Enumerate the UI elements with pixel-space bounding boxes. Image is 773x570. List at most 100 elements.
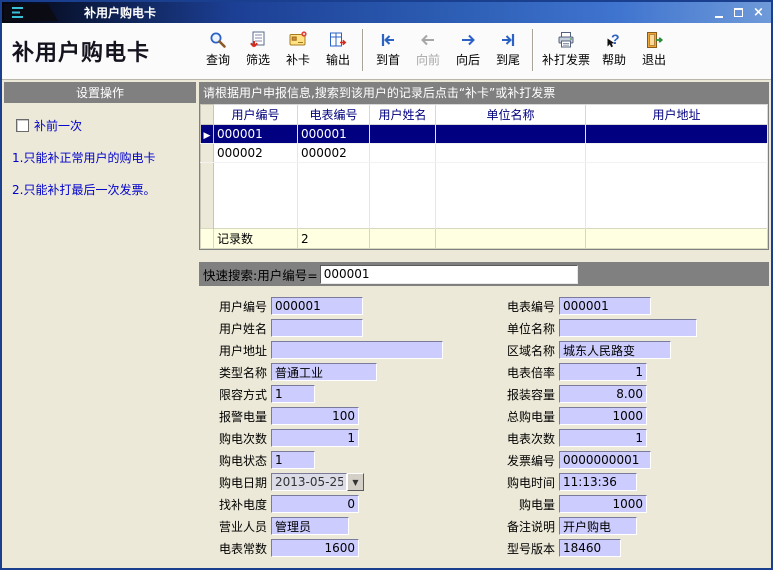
field-label: 电表编号 xyxy=(493,298,555,315)
query-button[interactable]: 查询 xyxy=(198,28,238,69)
field-label: 备注说明 xyxy=(493,518,555,535)
total-energy-input[interactable] xyxy=(559,407,647,425)
invoice-no-input[interactable] xyxy=(559,451,651,469)
quick-search-bar: 快速搜索:用户编号= xyxy=(199,262,769,286)
user-name-input[interactable] xyxy=(271,319,363,337)
last-icon xyxy=(498,29,518,50)
purchase-time-input[interactable] xyxy=(559,473,637,491)
model-version-input[interactable] xyxy=(559,539,621,557)
prev-icon xyxy=(418,29,438,50)
limit-mode-input[interactable] xyxy=(271,385,315,403)
field-label: 购电时间 xyxy=(493,474,555,491)
chevron-down-icon[interactable]: ▼ xyxy=(347,473,364,491)
close-button[interactable]: × xyxy=(750,5,767,20)
prev-button-label: 向前 xyxy=(416,51,440,68)
help-button[interactable]: ? 帮助 xyxy=(594,28,634,69)
meter-ratio-input[interactable] xyxy=(559,363,647,381)
help-icon: ? xyxy=(604,29,624,50)
table-row[interactable]: ▶ 000001 000001 xyxy=(201,125,768,144)
reissue-card-button[interactable]: 补卡 xyxy=(278,28,318,69)
alarm-energy-input[interactable] xyxy=(271,407,359,425)
field-label: 报装容量 xyxy=(493,386,555,403)
sidebar-note-1: 1.只能补正常用户的购电卡 xyxy=(12,150,190,166)
instruction-bar: 请根据用户申报信息,搜索到该用户的记录后点击“补卡”或补打发票 xyxy=(199,82,769,103)
meter-constant-input[interactable] xyxy=(271,539,359,557)
pre-once-checkbox[interactable]: 补前一次 xyxy=(16,117,196,134)
purchase-energy-input[interactable] xyxy=(559,495,647,513)
quick-search-label: 快速搜索:用户编号= xyxy=(203,265,318,284)
next-button-label: 向后 xyxy=(456,51,480,68)
maximize-icon xyxy=(734,8,743,17)
window-controls: × xyxy=(710,5,767,20)
field-label: 购电状态 xyxy=(205,452,267,469)
close-icon: × xyxy=(753,5,764,20)
app-logo-icon xyxy=(4,4,58,21)
next-button[interactable]: 向后 xyxy=(448,28,488,69)
col-user-name[interactable]: 用户姓名 xyxy=(370,105,436,125)
field-label: 电表倍率 xyxy=(493,364,555,381)
region-name-input[interactable] xyxy=(559,341,671,359)
col-user-address[interactable]: 用户地址 xyxy=(586,105,768,125)
table-row[interactable]: 000002 000002 xyxy=(201,144,768,163)
field-label: 限容方式 xyxy=(205,386,267,403)
operator-input[interactable] xyxy=(271,517,349,535)
col-org-name[interactable]: 单位名称 xyxy=(436,105,586,125)
export-button-label: 输出 xyxy=(326,51,350,68)
meter-id-input[interactable] xyxy=(559,297,651,315)
exit-icon xyxy=(644,29,664,50)
minimize-button[interactable] xyxy=(710,5,727,20)
record-count-label: 记录数 xyxy=(214,229,298,249)
field-label: 单位名称 xyxy=(493,320,555,337)
col-meter-id[interactable]: 电表编号 xyxy=(298,105,370,125)
type-name-input[interactable] xyxy=(271,363,377,381)
installed-capacity-input[interactable] xyxy=(559,385,647,403)
sidebar: 设置操作 补前一次 1.只能补正常用户的购电卡 2.只能补打最后一次发票。 xyxy=(4,82,196,568)
top-strip: 补用户购电卡 查询 筛选 补卡 输出 到首 xyxy=(2,23,771,80)
first-icon xyxy=(378,29,398,50)
field-label: 电表次数 xyxy=(493,430,555,447)
titlebar: 补用户购电卡 × xyxy=(2,2,771,23)
field-label: 购电量 xyxy=(493,496,555,513)
col-user-id[interactable]: 用户编号 xyxy=(214,105,298,125)
filter-button-label: 筛选 xyxy=(246,51,270,68)
toolbar: 查询 筛选 补卡 输出 到首 向前 xyxy=(198,23,674,79)
org-name-input[interactable] xyxy=(559,319,697,337)
purchase-status-input[interactable] xyxy=(271,451,315,469)
quick-search-input[interactable] xyxy=(320,265,578,284)
user-address-input[interactable] xyxy=(271,341,443,359)
maximize-button[interactable] xyxy=(730,5,747,20)
field-label: 类型名称 xyxy=(205,364,267,381)
row-pointer-icon: ▶ xyxy=(204,131,211,141)
app-window: 补用户购电卡 × 补用户购电卡 查询 筛选 补卡 输出 xyxy=(0,0,773,570)
next-icon xyxy=(458,29,478,50)
field-label: 购电次数 xyxy=(205,430,267,447)
user-id-input[interactable] xyxy=(271,297,363,315)
purchase-count-input[interactable] xyxy=(271,429,359,447)
exit-button[interactable]: 退出 xyxy=(634,28,674,69)
export-button[interactable]: 输出 xyxy=(318,28,358,69)
field-label: 购电日期 xyxy=(205,474,267,491)
purchase-date-input[interactable] xyxy=(271,473,347,491)
checkbox-icon[interactable] xyxy=(16,119,29,132)
reprint-invoice-button[interactable]: 补打发票 xyxy=(538,28,594,69)
reprint-invoice-button-label: 补打发票 xyxy=(542,51,590,68)
field-label: 区域名称 xyxy=(493,342,555,359)
table-footer: 记录数 2 xyxy=(201,229,768,249)
filter-icon xyxy=(248,29,268,50)
meter-count-input[interactable] xyxy=(559,429,647,447)
field-label: 型号版本 xyxy=(493,540,555,557)
field-label: 用户地址 xyxy=(205,342,267,359)
prev-button[interactable]: 向前 xyxy=(408,28,448,69)
field-label: 总购电量 xyxy=(493,408,555,425)
filter-button[interactable]: 筛选 xyxy=(238,28,278,69)
first-button[interactable]: 到首 xyxy=(368,28,408,69)
pre-once-label: 补前一次 xyxy=(34,117,82,134)
remark-input[interactable] xyxy=(559,517,637,535)
field-label: 报警电量 xyxy=(205,408,267,425)
detail-form: 用户编号 用户姓名 用户地址 类型名称 限容方式 报警电量 购电次数 购电状态 … xyxy=(199,286,769,568)
last-button[interactable]: 到尾 xyxy=(488,28,528,69)
adjust-energy-input[interactable] xyxy=(271,495,359,513)
toolbar-separator xyxy=(532,29,534,71)
sidebar-note-2: 2.只能补打最后一次发票。 xyxy=(12,182,190,198)
purchase-date-combo[interactable]: ▼ xyxy=(271,473,364,491)
